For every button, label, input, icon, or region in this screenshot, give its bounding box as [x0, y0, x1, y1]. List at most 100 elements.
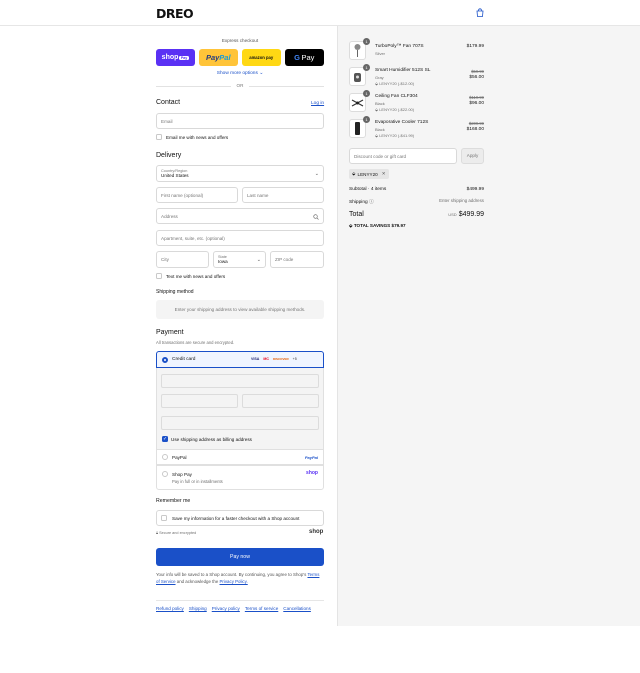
subtotal-label: Subtotal · 4 items [349, 187, 387, 192]
brand-logo[interactable]: DREO [156, 6, 194, 21]
name-on-card-field[interactable] [161, 416, 319, 430]
applied-code: LENYY20 [357, 171, 378, 177]
visa-icon: VISA [251, 357, 260, 361]
paypal-option[interactable]: PayPal PayPal [156, 449, 324, 465]
first-name-placeholder: First name (optional) [161, 192, 204, 198]
city-placeholder: City [161, 257, 169, 262]
shipping-link[interactable]: Shipping [189, 606, 207, 611]
shop-pay-label: Shop Pay [172, 472, 192, 477]
google-pay-button[interactable]: G Pay [285, 49, 324, 66]
amazon-pay-button[interactable]: amazon pay [242, 49, 281, 66]
state-select[interactable]: State Iowa ⌄ [213, 251, 266, 268]
delivery-heading: Delivery [156, 152, 182, 159]
show-more-options-link[interactable]: Show more options ⌄ [156, 71, 324, 76]
item-name: Smart Humidifier 512S SL [375, 68, 431, 73]
applied-discount-tag[interactable]: ⬙ LENYY20 ✕ [349, 169, 389, 179]
item-name: TurboPoly™ Fan 707S [375, 44, 424, 49]
use-shipping-label: Use shipping address as billing address [171, 437, 252, 442]
address-field[interactable]: Address [156, 208, 324, 224]
amazon-pay-logo: amazon pay [249, 55, 274, 60]
country-select[interactable]: Country/Region United States ⌄ [156, 165, 324, 182]
first-name-field[interactable]: First name (optional) [156, 187, 238, 203]
shipping-method-placeholder: Enter your shipping address to view avai… [156, 300, 324, 319]
apply-button[interactable]: Apply [461, 148, 484, 164]
country-value: United States [161, 173, 189, 178]
subtotal-value: $499.99 [466, 187, 484, 192]
total-value: $499.99 [458, 211, 484, 218]
item-price: $96.00 [469, 101, 484, 106]
cancellations-link[interactable]: Cancellations [283, 606, 311, 611]
shopping-bag-icon[interactable] [476, 8, 484, 17]
email-field[interactable]: Email [156, 113, 324, 129]
item-price: $168.00 [466, 127, 484, 132]
card-number-field[interactable] [161, 374, 319, 388]
login-link[interactable]: Log in [311, 101, 324, 106]
qty-badge: 1 [363, 116, 370, 123]
order-summary-panel [337, 26, 640, 626]
credit-card-radio[interactable] [162, 357, 168, 363]
email-news-checkbox[interactable] [156, 134, 162, 140]
contact-heading: Contact [156, 99, 181, 106]
paypal-radio[interactable] [162, 454, 168, 460]
item-price: $56.00 [469, 75, 484, 80]
total-label: Total [349, 211, 364, 218]
tag-icon: ⬙ [375, 81, 379, 86]
email-placeholder: Email [161, 118, 173, 124]
item-variant: Gray [375, 75, 384, 80]
refund-policy-link[interactable]: Refund policy [156, 606, 184, 611]
item-old-price: $209.99 [468, 121, 484, 126]
privacy-policy-link[interactable]: Privacy Policy. [220, 579, 248, 584]
shop-pay-logo: shop [306, 470, 318, 476]
privacy-policy-footer-link[interactable]: Privacy policy [212, 606, 240, 611]
remember-checkbox[interactable] [161, 515, 167, 521]
zip-placeholder: ZIP code [275, 257, 294, 262]
shop-logo: shop [309, 529, 324, 535]
item-discount: ⬙ LENYY20 (-$22.00) [375, 107, 415, 112]
shop-pay-subtitle: Pay in full or in installments [172, 479, 223, 484]
apartment-field[interactable]: Apartment, suite, etc. (optional) [156, 230, 324, 246]
shipping-method-heading: Shipping method [156, 289, 194, 295]
secure-note: 🔒︎ Secure and encrypted [156, 531, 196, 535]
tag-icon: ⬙ [375, 107, 379, 112]
credit-card-option[interactable]: Credit card VISA MC DISCOVER +5 [156, 351, 324, 368]
footer-links: Refund policy Shipping Privacy policy Te… [156, 600, 324, 611]
paypal-option-label: PayPal [172, 455, 187, 460]
use-shipping-checkbox[interactable]: ✓ [162, 436, 168, 442]
item-old-price: $59.99 [471, 69, 484, 74]
chevron-down-icon: ⌄ [256, 256, 261, 263]
payment-heading: Payment [156, 329, 184, 336]
search-icon [313, 214, 319, 220]
pay-now-button[interactable]: Pay now [156, 548, 324, 566]
legal-text: Your info will be saved to a Shop accoun… [156, 571, 324, 585]
zip-field[interactable]: ZIP code [270, 251, 324, 268]
cart-item: 1 TurboPoly™ Fan 707S Silver $179.99 [349, 38, 484, 62]
city-field[interactable]: City [156, 251, 209, 268]
remember-label: Save my information for a faster checkou… [172, 515, 300, 521]
shop-pay-pill: Pay [179, 55, 189, 60]
mastercard-icon: MC [263, 357, 269, 361]
remember-option[interactable]: Save my information for a faster checkou… [156, 510, 324, 526]
shipping-value: Enter shipping address [439, 198, 484, 203]
remove-icon[interactable]: ✕ [382, 171, 386, 177]
show-more-label: Show more options [216, 71, 258, 76]
or-divider: OR [156, 83, 324, 89]
terms-of-service-footer-link[interactable]: Terms of service [245, 606, 278, 611]
shop-pay-radio[interactable] [162, 471, 168, 477]
more-brands-badge: +5 [292, 357, 297, 361]
expiration-field[interactable] [161, 394, 238, 408]
info-icon[interactable]: ⓘ [369, 200, 374, 205]
email-news-label: Email me with news and offers [166, 135, 229, 140]
shop-pay-option[interactable]: Shop Pay Pay in full or in installments … [156, 465, 324, 490]
item-variant: Silver [375, 51, 386, 56]
total-savings: ⬙ TOTAL SAVINGS $79.97 [349, 223, 406, 229]
discount-code-field[interactable]: Discount code or gift card [349, 148, 457, 164]
paypal-button[interactable]: Pay Pal [199, 49, 238, 66]
text-news-checkbox[interactable] [156, 273, 162, 279]
legal-text-a: Your info will be saved to a Shop accoun… [156, 572, 307, 577]
item-discount: ⬙ LENYY20 (-$41.99) [375, 133, 415, 138]
security-code-field[interactable] [242, 394, 319, 408]
last-name-field[interactable]: Last name [242, 187, 324, 203]
lock-icon: 🔒︎ [156, 531, 159, 535]
shop-pay-button[interactable]: shop Pay [156, 49, 195, 66]
payment-subtitle: All transactions are secure and encrypte… [156, 340, 235, 345]
